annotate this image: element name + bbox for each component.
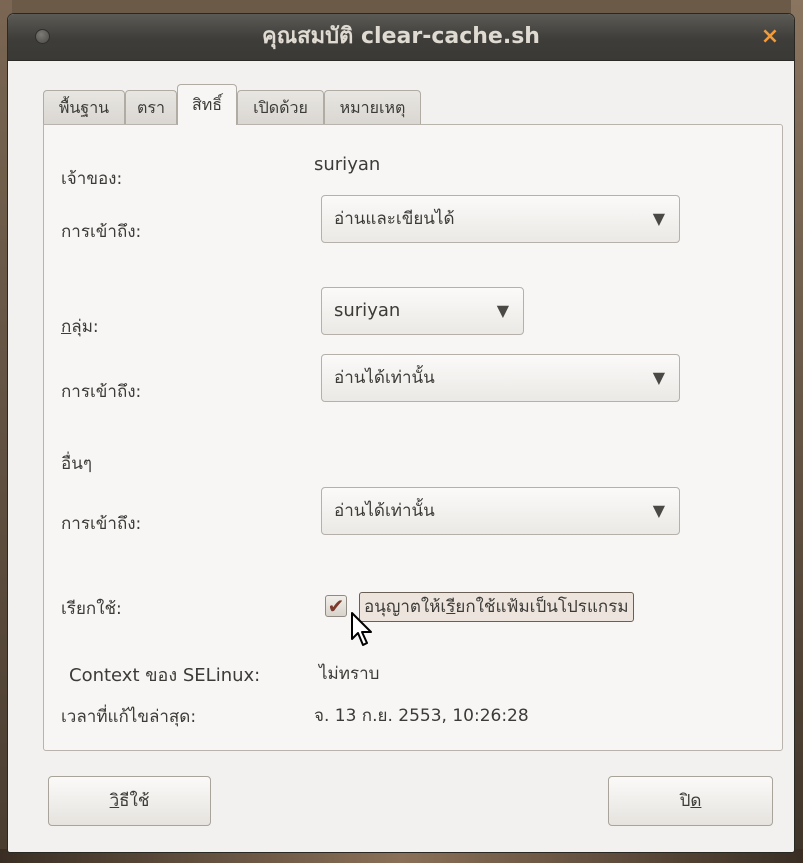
owner-access-label: การเข้าถึง: xyxy=(61,222,142,242)
chevron-down-icon: ▼ xyxy=(652,368,665,387)
others-heading: อื่นๆ xyxy=(61,454,92,474)
tab-open-with[interactable]: เปิดด้วย xyxy=(237,90,324,124)
group-access-label: การเข้าถึง: xyxy=(61,382,142,402)
execute-label: เรียกใช้: xyxy=(61,599,122,619)
selinux-label: Context ของ SELinux: xyxy=(69,665,261,686)
help-button[interactable]: วิธีใช้ xyxy=(48,776,211,826)
tab-basic[interactable]: พื้นฐาน xyxy=(43,90,125,124)
chevron-down-icon: ▼ xyxy=(652,501,665,520)
modified-label: เวลาที่แก้ไขล่าสุด: xyxy=(61,707,197,727)
group-access-select[interactable]: อ่านได้เท่านั้น ▼ xyxy=(321,354,680,402)
modified-value: จ. 13 ก.ย. 2553, 10:26:28 xyxy=(314,706,529,726)
tab-permissions[interactable]: สิทธิ์ xyxy=(177,84,237,125)
owner-access-select[interactable]: อ่านและเขียนได้ ▼ xyxy=(321,195,680,243)
selinux-value: ไม่ทราบ xyxy=(319,664,380,684)
group-select[interactable]: suriyan ▼ xyxy=(321,287,524,335)
mouse-pointer-icon xyxy=(351,612,372,646)
close-button[interactable]: ปิด xyxy=(608,776,773,826)
chevron-down-icon: ▼ xyxy=(496,301,509,320)
execute-checkbox[interactable]: ✔ xyxy=(325,595,347,617)
tab-emblems[interactable]: ตรา xyxy=(125,90,177,124)
group-access-value: อ่านได้เท่านั้น xyxy=(334,368,435,388)
owner-value: suriyan xyxy=(314,154,381,175)
group-label: กลุ่ม: xyxy=(61,317,99,337)
owner-access-value: อ่านและเขียนได้ xyxy=(334,209,455,229)
chevron-down-icon: ▼ xyxy=(652,209,665,228)
close-icon[interactable]: × xyxy=(760,26,780,48)
others-access-value: อ่านได้เท่านั้น xyxy=(334,501,435,521)
window-title: คุณสมบัติ clear-cache.sh xyxy=(262,24,540,49)
others-access-label: การเข้าถึง: xyxy=(61,514,142,534)
title-bar[interactable]: คุณสมบัติ clear-cache.sh × xyxy=(8,14,794,61)
group-value: suriyan xyxy=(334,300,401,321)
execute-checkbox-label[interactable]: อนุญาตให้เรียกใช้แฟ้มเป็นโปรแกรม xyxy=(359,592,634,622)
owner-label: เจ้าของ: xyxy=(61,169,123,189)
properties-dialog: คุณสมบัติ clear-cache.sh × พื้นฐาน ตรา ส… xyxy=(8,14,794,852)
tab-notes[interactable]: หมายเหตุ xyxy=(324,90,421,124)
others-access-select[interactable]: อ่านได้เท่านั้น ▼ xyxy=(321,487,680,535)
